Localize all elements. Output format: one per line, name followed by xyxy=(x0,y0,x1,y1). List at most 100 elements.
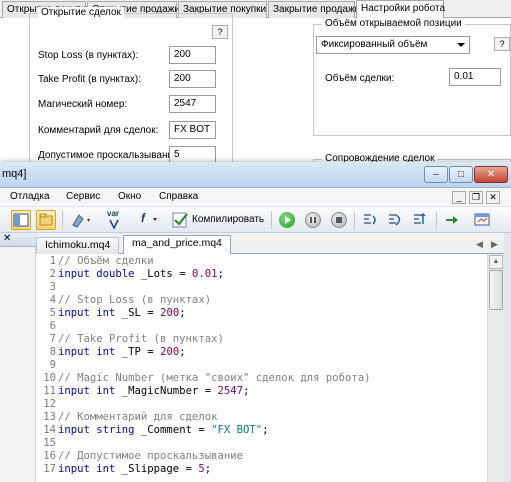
help-button-open[interactable]: ? xyxy=(212,25,228,39)
code-token: "FX BOT" xyxy=(211,424,263,436)
step-out-icon xyxy=(414,212,426,224)
line-number: 11 xyxy=(43,385,56,397)
code-line[interactable]: 6 xyxy=(36,320,487,333)
vertical-scrollbar[interactable]: ▲ xyxy=(487,254,504,482)
run-to-cursor-button[interactable] xyxy=(442,210,462,230)
line-number: 1 xyxy=(49,255,56,267)
help-button-volume[interactable]: ? xyxy=(494,37,510,51)
compile-button[interactable]: Компилировать xyxy=(169,210,264,230)
code-text: // Допустимое проскальзывание xyxy=(58,450,243,463)
pause-debug-button[interactable] xyxy=(305,212,321,228)
volume-mode-value: Фиксированный объём xyxy=(321,39,428,50)
navigator-panel: ✕ xyxy=(0,233,36,482)
code-line[interactable]: 16// Допустимое проскальзывание xyxy=(36,450,487,463)
styler-icon xyxy=(72,214,90,228)
menu-debug[interactable]: Отладка xyxy=(10,191,50,202)
line-number: 15 xyxy=(43,437,56,449)
group-open-trades-title: Открытие сделок xyxy=(38,7,124,18)
stop-debug-button[interactable] xyxy=(331,212,347,228)
var-label: var xyxy=(107,209,120,218)
menu-service[interactable]: Сервис xyxy=(66,191,100,202)
code-token: 200 xyxy=(160,346,180,358)
toolbar-separator xyxy=(271,211,272,229)
code-token: // Комментарий для сделок xyxy=(58,411,218,423)
code-token: _SL = xyxy=(115,307,161,319)
mdi-restore-button[interactable]: ❐ xyxy=(469,191,483,204)
code-line[interactable]: 13// Комментарий для сделок xyxy=(36,411,487,424)
insert-variable-button[interactable]: var xyxy=(104,209,126,230)
close-button[interactable]: ✕ xyxy=(474,166,508,183)
step-out-button[interactable] xyxy=(410,210,430,230)
code-text: // Комментарий для сделок xyxy=(58,411,217,424)
code-line[interactable]: 12 xyxy=(36,398,487,411)
code-text: // Stop Loss (в пунктах) xyxy=(58,294,211,307)
editor-titlebar[interactable]: mq4] – □ ✕ xyxy=(0,162,511,188)
code-token: ; xyxy=(242,385,250,397)
play-icon xyxy=(285,216,291,224)
code-line[interactable]: 9 xyxy=(36,359,487,372)
code-token: input int xyxy=(58,346,116,358)
code-token: input double xyxy=(58,268,135,280)
comment-input[interactable]: FX BOT xyxy=(169,121,216,139)
tab-scroll-left-icon[interactable]: ◀ xyxy=(476,239,483,250)
step-over-button[interactable] xyxy=(385,210,405,230)
scroll-up-button[interactable]: ▲ xyxy=(489,255,503,269)
code-token: _MagicNumber = xyxy=(115,385,218,397)
code-token: // Stop Loss (в пунктах) xyxy=(58,294,212,306)
tab-ma-and-price[interactable]: ma_and_price.mq4 xyxy=(123,235,231,255)
window-right-edge xyxy=(504,233,511,482)
tab-scroll-right-icon[interactable]: ▶ xyxy=(491,239,498,250)
navigator-close-icon[interactable]: ✕ xyxy=(3,233,11,244)
minimize-button[interactable]: – xyxy=(424,166,448,183)
tab-ichimoku[interactable]: Ichimoku.mq4 xyxy=(36,237,120,254)
function-label: f xyxy=(141,211,145,225)
code-text: input int _TP = 200; xyxy=(58,346,186,359)
code-line[interactable]: 4// Stop Loss (в пунктах) xyxy=(36,294,487,307)
line-number: 6 xyxy=(49,320,56,332)
tab-close-sell[interactable]: Закрытие продажи xyxy=(268,1,360,18)
step-into-icon xyxy=(364,214,376,225)
insert-function-button[interactable]: f xyxy=(135,210,161,230)
lot-size-input[interactable]: 0.01 xyxy=(449,68,501,86)
start-debug-button[interactable] xyxy=(279,212,295,228)
code-line[interactable]: 14 input string _Comment = "FX BOT"; xyxy=(36,424,487,437)
code-line[interactable]: 10// Magic Number (метка "своих" сделок … xyxy=(36,372,487,385)
code-line[interactable]: 11 input int _MagicNumber = 2547; xyxy=(36,385,487,398)
volume-mode-select[interactable]: Фиксированный объём xyxy=(316,36,470,54)
menu-bar: Отладка Сервис Окно Справка _ ❐ ✕ xyxy=(0,188,511,207)
mdi-close-button[interactable]: ✕ xyxy=(486,191,500,204)
code-line[interactable]: 15 xyxy=(36,437,487,450)
scroll-thumb[interactable] xyxy=(489,270,503,310)
menu-window[interactable]: Окно xyxy=(118,191,141,202)
maximize-button[interactable]: □ xyxy=(449,166,473,183)
code-line[interactable]: 1// Объём сделки xyxy=(36,255,487,268)
step-over-icon xyxy=(389,214,401,226)
stop-loss-input[interactable]: 200 xyxy=(169,46,216,64)
code-line[interactable]: 17 input int _Slippage = 5; xyxy=(36,463,487,476)
code-token: input int xyxy=(58,307,116,319)
line-number: 14 xyxy=(43,424,56,436)
code-text: // Take Profit (в пунктах) xyxy=(58,333,224,346)
code-token: ; xyxy=(262,424,269,436)
code-line[interactable]: 3 xyxy=(36,281,487,294)
terminal-button[interactable] xyxy=(472,210,492,230)
styler-button[interactable] xyxy=(68,210,90,230)
code-editor[interactable]: 1// Объём сделки 2 input double _Lots = 0.… xyxy=(36,254,487,482)
menu-help[interactable]: Справка xyxy=(159,191,198,202)
compile-label: Компилировать xyxy=(192,214,265,225)
line-number: 7 xyxy=(49,333,56,345)
magic-number-input[interactable]: 2547 xyxy=(169,95,216,113)
mdi-minimize-button[interactable]: _ xyxy=(452,191,466,204)
code-line[interactable]: 8 input int _TP = 200; xyxy=(36,346,487,359)
code-line[interactable]: 7// Take Profit (в пунктах) xyxy=(36,333,487,346)
code-token: 0.01 xyxy=(191,268,218,280)
navigator-toggle-button[interactable] xyxy=(36,210,56,230)
code-line[interactable]: 5 input int _SL = 200; xyxy=(36,307,487,320)
line-number: 16 xyxy=(43,450,56,462)
tab-robot-settings[interactable]: Настройки робота xyxy=(356,0,445,19)
code-line[interactable]: 2 input double _Lots = 0.01; xyxy=(36,268,487,281)
code-token: input int xyxy=(58,385,116,397)
layout-toggle-button[interactable] xyxy=(11,210,31,230)
take-profit-input[interactable]: 200 xyxy=(169,70,216,88)
step-into-button[interactable] xyxy=(360,210,380,230)
